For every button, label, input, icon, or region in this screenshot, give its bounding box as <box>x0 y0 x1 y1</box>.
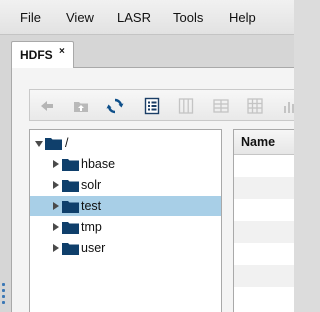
table-row <box>234 243 294 265</box>
tree-node-tmp[interactable]: tmp <box>30 217 221 237</box>
collapse-arrow-icon[interactable] <box>35 141 43 147</box>
column-header-name[interactable]: Name <box>234 130 294 155</box>
chart-icon[interactable] <box>281 97 299 115</box>
refresh-icon[interactable] <box>106 97 124 115</box>
folder-icon <box>62 159 79 171</box>
menu-file[interactable]: File <box>20 10 41 25</box>
expand-arrow-icon[interactable] <box>53 244 59 252</box>
tree-node-user[interactable]: user <box>30 238 221 258</box>
table-row <box>234 155 294 177</box>
folder-up-icon[interactable] <box>72 97 90 115</box>
tree-node-label: solr <box>81 178 102 192</box>
grid-view-icon[interactable] <box>246 97 264 115</box>
menu-bar: File View LASR Tools Help <box>0 0 294 35</box>
close-icon[interactable]: × <box>59 46 65 57</box>
folder-icon <box>62 243 79 255</box>
folder-icon <box>45 138 62 150</box>
expand-arrow-icon[interactable] <box>53 181 59 189</box>
tree-node-label: / <box>65 136 69 150</box>
file-toolbar <box>29 89 294 121</box>
tree-node-label: tmp <box>81 220 102 234</box>
tree-node-label: test <box>81 199 102 213</box>
menu-view[interactable]: View <box>66 10 94 25</box>
folder-icon <box>62 222 79 234</box>
grip-dot <box>2 283 5 286</box>
tree-node-test[interactable]: test <box>30 196 221 216</box>
details-view-icon[interactable] <box>143 97 161 115</box>
tree-node-solr[interactable]: solr <box>30 175 221 195</box>
columns-view-icon[interactable] <box>177 97 195 115</box>
menu-tools[interactable]: Tools <box>173 10 203 25</box>
grip-dot <box>2 301 5 304</box>
expand-arrow-icon[interactable] <box>53 160 59 168</box>
tab-hdfs[interactable]: HDFS × <box>11 41 74 68</box>
table-row <box>234 221 294 243</box>
table-row <box>234 265 294 287</box>
menu-lasr[interactable]: LASR <box>117 10 151 25</box>
grip-dot <box>2 289 5 292</box>
expand-arrow-icon[interactable] <box>53 202 59 210</box>
table-row <box>234 199 294 221</box>
menu-help[interactable]: Help <box>229 10 256 25</box>
folder-icon <box>62 180 79 192</box>
tree-node-label: user <box>81 241 106 255</box>
grip-dot <box>2 295 5 298</box>
file-details-table: Name <box>233 129 294 312</box>
table-row <box>234 287 294 309</box>
folder-tree: / hbase solr test tmp user <box>29 129 222 312</box>
back-arrow-icon[interactable] <box>38 97 56 115</box>
tree-node-label: hbase <box>81 157 116 171</box>
folder-icon <box>62 201 79 213</box>
table-row <box>234 177 294 199</box>
tree-node-hbase[interactable]: hbase <box>30 154 221 174</box>
tab-hdfs-label: HDFS <box>20 48 53 62</box>
tree-node-root[interactable]: / <box>30 133 221 153</box>
table-view-icon[interactable] <box>212 97 230 115</box>
column-header-label: Name <box>241 135 276 149</box>
expand-arrow-icon[interactable] <box>53 223 59 231</box>
